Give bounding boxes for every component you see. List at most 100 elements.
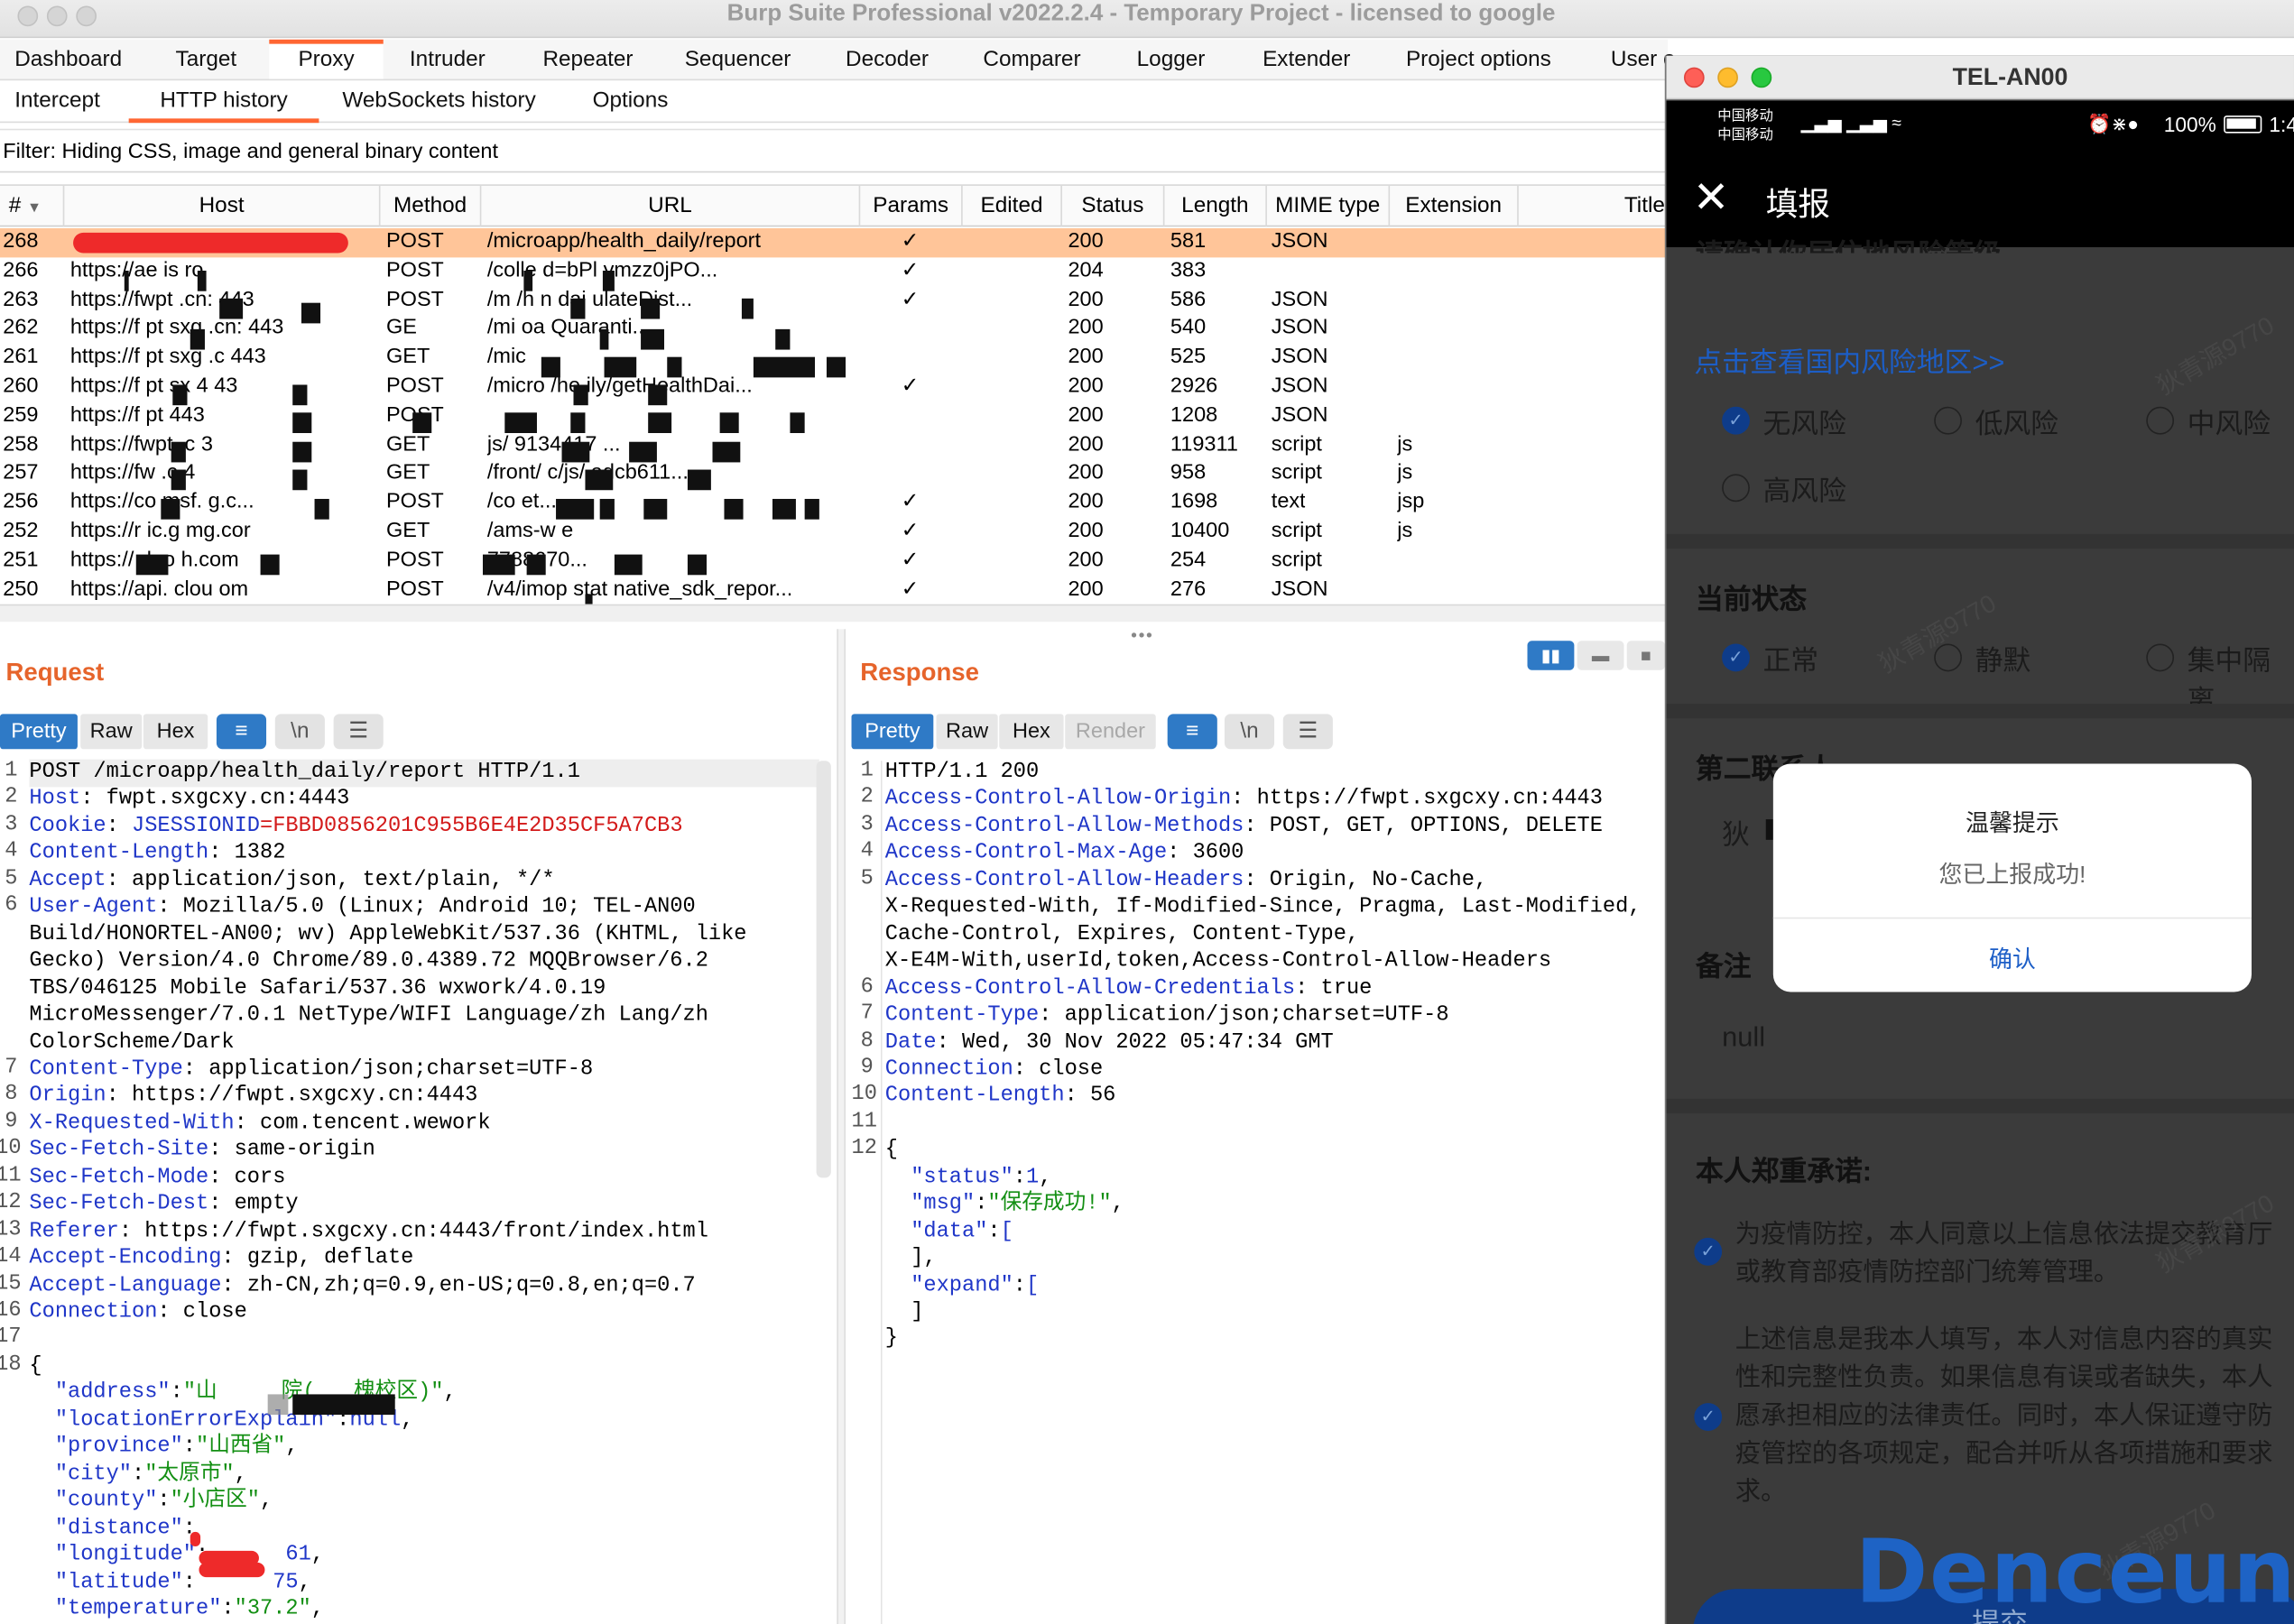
request-hex-button[interactable]: Hex [143, 714, 208, 750]
filter-bar[interactable]: Filter: Hiding CSS, image and general bi… [0, 128, 1669, 173]
col-mime[interactable]: MIME type [1267, 185, 1391, 227]
header-colon: : [936, 1030, 949, 1055]
col-params[interactable]: Params [860, 185, 963, 227]
table-row[interactable]: 257 https://fw .c 4 GET/front/ c/js/ adcb6… [0, 460, 1668, 489]
request-newline-icon[interactable]: \n [274, 714, 325, 750]
tab-logger[interactable]: Logger [1137, 40, 1206, 79]
col-extension[interactable]: Extension [1390, 185, 1519, 227]
promise-check-1[interactable]: ✓ [1694, 1237, 1723, 1266]
table-row[interactable]: 251https:// deo h.comPOST 7788670...✓200… [0, 547, 1668, 576]
col-length[interactable]: Length [1164, 185, 1267, 227]
header-value [119, 815, 132, 838]
tab-target[interactable]: Target [176, 40, 237, 79]
redaction [504, 412, 538, 433]
close-icon[interactable]: ✕ [1693, 174, 1730, 224]
header-key: X-Requested-With [29, 1112, 235, 1136]
table-scrollbar[interactable] [0, 604, 1669, 623]
status-option-normal[interactable]: 正常 [1763, 640, 1819, 679]
response-raw-button[interactable]: Raw [936, 714, 998, 750]
status-option-silent[interactable]: 静默 [1975, 640, 2031, 679]
response-wrap-lines-icon[interactable]: ≡ [1167, 714, 1217, 750]
risk-radio-mid[interactable] [2146, 406, 2175, 435]
response-render-button[interactable]: Render [1065, 714, 1156, 750]
col-status[interactable]: Status [1062, 185, 1165, 227]
code-line: Access-Control-Allow-Headers: Origin, No… [885, 867, 1487, 894]
table-row[interactable]: 252 https://r ic.g mg.cor GET/ams-w e ✓ 200 1… [0, 518, 1668, 547]
history-table-header: # ▼ Host Method URL Params Edited Status… [0, 184, 1669, 227]
promise-check-2[interactable]: ✓ [1694, 1403, 1723, 1431]
risk-radio-high[interactable] [1722, 474, 1750, 503]
risk-area-link[interactable]: 点击查看国内风险地区>> [1694, 341, 2004, 381]
wrap-lines-icon[interactable]: ≡ [216, 714, 267, 750]
col-num[interactable]: # ▼ [0, 185, 65, 227]
response-editor[interactable]: 1 HTTP/1.1 200 2 Access-Control-Allow-Origi… [852, 760, 1665, 1624]
row-host: https:// deo h.com [69, 548, 239, 572]
view-tabs-icon[interactable]: ■ [1626, 641, 1665, 670]
dialog-confirm-button[interactable]: 确认 [1773, 939, 2252, 974]
json-punct: , [310, 1597, 325, 1621]
col-edited[interactable]: Edited [963, 185, 1062, 227]
redaction [292, 384, 307, 406]
red-scribble [73, 232, 348, 254]
table-row[interactable]: 256 https://co msf. g.c... POST/co et... ✓ 2… [0, 489, 1668, 518]
code-line: { [29, 1354, 42, 1379]
table-row[interactable]: 262 https://f pt sxg .cn: 443 GE/mi oa Qua… [0, 315, 1668, 344]
tab-proxy[interactable]: Proxy [269, 39, 384, 79]
contact-value[interactable]: 狄 [1722, 814, 1750, 854]
request-raw-button[interactable]: Raw [80, 714, 143, 750]
table-row[interactable]: 258 https://fwpt .c 3 GET js/ 9134417 ... 2… [0, 431, 1668, 460]
tab-options[interactable]: Options [593, 82, 669, 123]
header-colon: : [208, 841, 222, 865]
row-status: 204 [1068, 258, 1104, 282]
status-radio-normal[interactable]: ✓ [1722, 643, 1750, 672]
view-stacked-icon[interactable]: ▬ [1577, 641, 1624, 670]
header-colon: : [1231, 788, 1244, 812]
col-method[interactable]: Method [381, 185, 482, 227]
tab-http-history[interactable]: HTTP history [128, 82, 319, 124]
header-key: Sec-Fetch-Mode [29, 1166, 209, 1189]
response-hex-button[interactable]: Hex [999, 714, 1064, 750]
risk-option-none[interactable]: 无风险 [1763, 402, 1846, 442]
pane-splitter[interactable] [837, 629, 846, 1624]
response-pretty-button[interactable]: Pretty [851, 714, 934, 750]
tab-project-options[interactable]: Project options [1406, 40, 1551, 79]
status-radio-quarantine[interactable] [2146, 643, 2175, 672]
col-url[interactable]: URL [481, 185, 861, 227]
redaction [719, 412, 739, 433]
col-host[interactable]: Host [64, 185, 381, 227]
request-editor[interactable]: 1 POST /microapp/health_daily/report HTTP… [0, 760, 834, 1624]
code-line: Content-Length: 1382 [29, 840, 285, 867]
table-row[interactable]: 259https://f pt 443POST2001208JSON [0, 402, 1668, 431]
tab-repeater[interactable]: Repeater [542, 40, 633, 79]
header-colon: : [106, 868, 119, 892]
tab-decoder[interactable]: Decoder [846, 40, 929, 79]
table-row[interactable]: 263 https://fwpt .cn: 443 POST/m /h n dai … [0, 286, 1668, 315]
tab-sequencer[interactable]: Sequencer [685, 40, 791, 79]
risk-option-mid[interactable]: 中风险 [2188, 402, 2271, 442]
tab-intruder[interactable]: Intruder [410, 40, 486, 79]
header-key: Connection [884, 1057, 1013, 1082]
request-menu-icon[interactable]: ☰ [333, 714, 384, 750]
request-pretty-button[interactable]: Pretty [0, 714, 78, 750]
risk-option-high[interactable]: 高风险 [1763, 470, 1846, 510]
tab-websockets-history[interactable]: WebSockets history [342, 82, 535, 123]
risk-radio-low[interactable] [1934, 406, 1962, 435]
redaction [171, 441, 186, 463]
remark-value[interactable]: null [1722, 1023, 1765, 1056]
risk-radio-none[interactable]: ✓ [1722, 406, 1750, 435]
row-method: POST [385, 258, 444, 282]
row-mime: script [1271, 432, 1322, 457]
splitter-handle-icon[interactable]: ••• [1131, 624, 1153, 645]
tab-extender[interactable]: Extender [1263, 40, 1350, 79]
risk-option-low[interactable]: 低风险 [1975, 402, 2058, 442]
view-side-by-side-icon[interactable]: ▮▮ [1527, 641, 1575, 670]
tab-dashboard[interactable]: Dashboard [14, 40, 122, 79]
col-title[interactable]: Title [1519, 186, 1668, 226]
table-row[interactable]: 250 https://api. clou om POST/v4/imop stat… [0, 576, 1668, 604]
tab-intercept[interactable]: Intercept [14, 82, 100, 123]
table-row[interactable]: 266 https://ae is ro POST/colle d=bPl ymzz… [0, 257, 1668, 286]
response-menu-icon[interactable]: ☰ [1282, 714, 1333, 750]
header-value: com.tencent.wework [246, 1112, 491, 1136]
tab-comparer[interactable]: Comparer [983, 40, 1080, 79]
response-newline-icon[interactable]: \n [1224, 714, 1275, 750]
